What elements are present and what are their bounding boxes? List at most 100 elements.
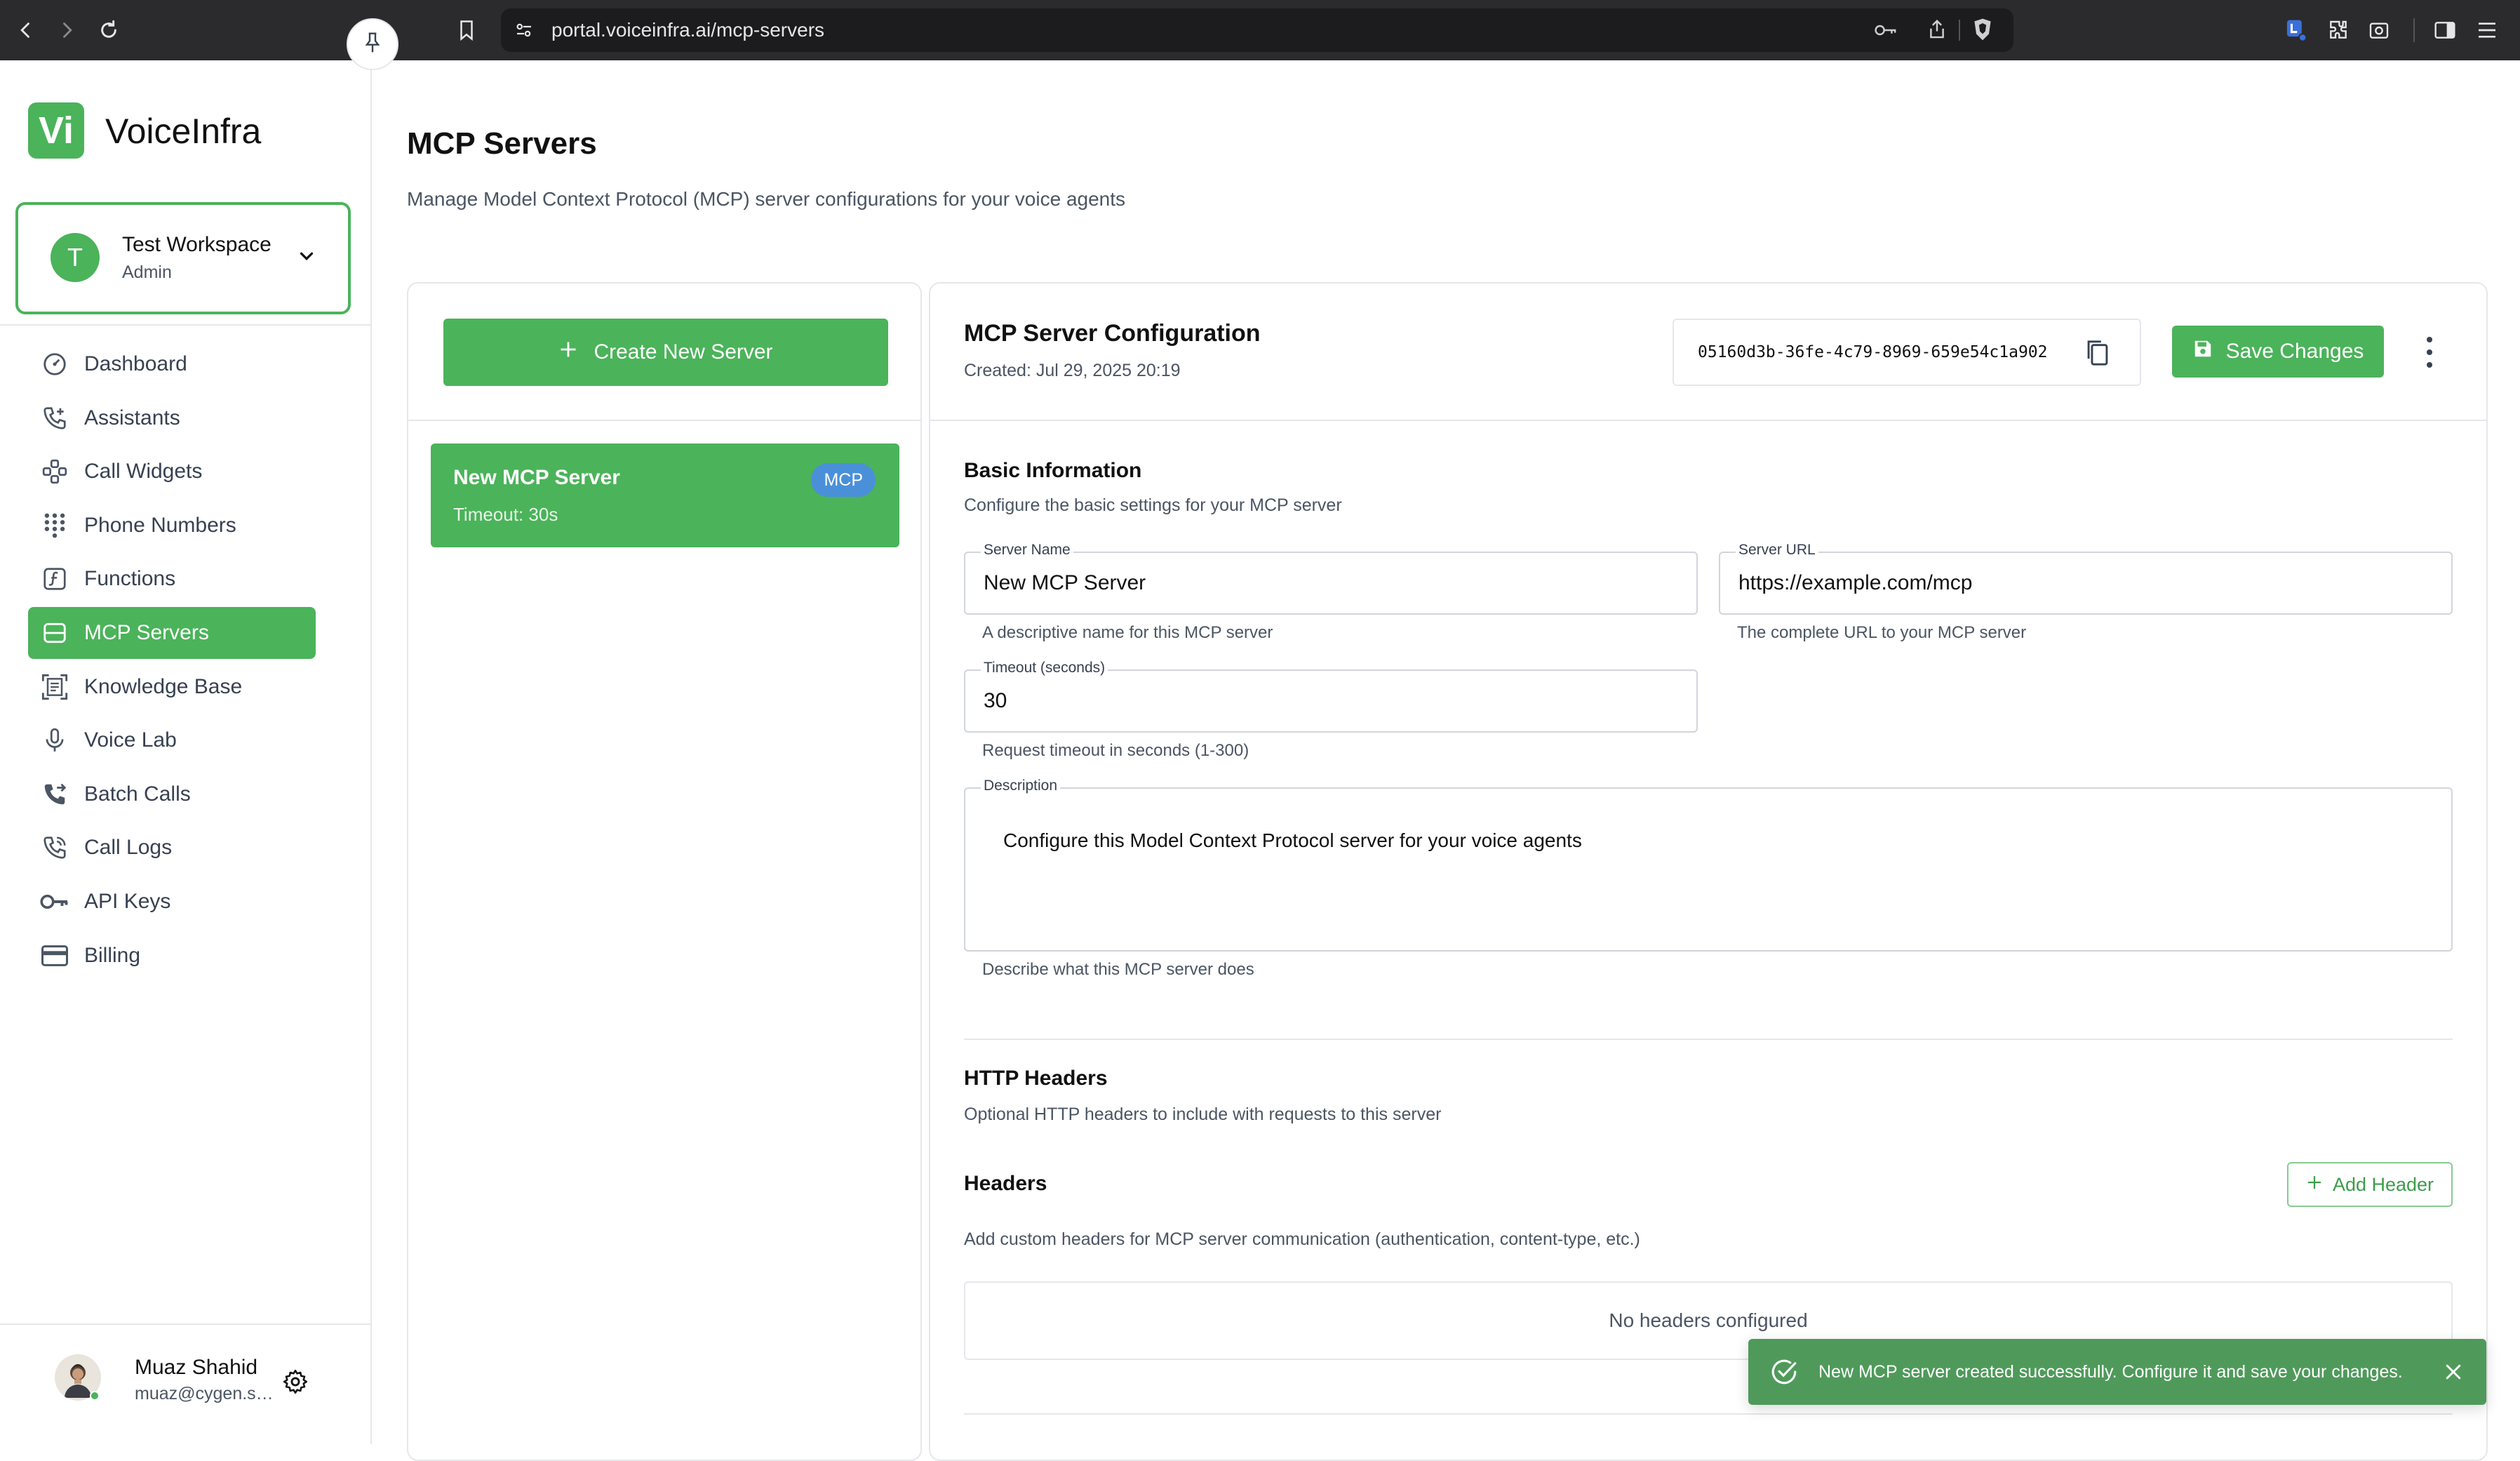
sidebar-item-label: Dashboard [84, 352, 187, 375]
sidebar-item-label: Batch Calls [84, 782, 191, 806]
config-created-date: Created: Jul 29, 2025 20:19 [964, 361, 1181, 380]
urlbar-separator [1959, 20, 1960, 41]
save-changes-button[interactable]: Save Changes [2172, 326, 2384, 378]
save-changes-label: Save Changes [2225, 340, 2364, 363]
back-icon[interactable] [7, 11, 45, 49]
basic-info-title: Basic Information [964, 459, 1142, 482]
sidebar: Vi VoiceInfra T Test Workspace Admin Das… [0, 60, 372, 1444]
phone-plus-icon [39, 403, 70, 434]
more-options-icon[interactable] [2419, 337, 2440, 368]
brand-logo: Vi [28, 102, 84, 159]
sidebar-item-call-logs[interactable]: Call Logs [28, 822, 316, 874]
phone-log-icon [39, 832, 70, 863]
sidebar-item-api-keys[interactable]: API Keys [28, 876, 316, 928]
server-url-value[interactable]: https://example.com/mcp [1738, 571, 1972, 595]
phone-forward-icon [39, 779, 70, 810]
pin-sidebar-button[interactable] [347, 18, 398, 70]
sidebar-divider [0, 324, 372, 326]
headers-title: Headers [964, 1172, 1047, 1195]
workspace-role: Admin [122, 262, 172, 282]
create-new-server-label: Create New Server [594, 340, 773, 363]
sidebar-item-call-widgets[interactable]: Call Widgets [28, 446, 316, 498]
sidebar-item-dashboard[interactable]: Dashboard [28, 338, 316, 390]
chevron-down-icon[interactable] [296, 246, 317, 270]
server-name-value[interactable]: New MCP Server [984, 571, 1146, 595]
reload-icon[interactable] [90, 11, 128, 49]
server-list-panel: Create New Server New MCP Server Timeout… [407, 282, 922, 1461]
add-header-label: Add Header [2332, 1173, 2434, 1195]
sidebar-item-label: Call Logs [84, 836, 173, 860]
close-icon[interactable] [2443, 1361, 2464, 1387]
sidebar-item-voice-lab[interactable]: Voice Lab [28, 714, 316, 766]
section-divider [964, 1039, 2453, 1040]
sidebar-item-assistants[interactable]: Assistants [28, 392, 316, 444]
server-item-name: New MCP Server [453, 466, 620, 489]
headers-subtitle: Add custom headers for MCP server commun… [964, 1229, 1640, 1249]
user-name: Muaz Shahid [135, 1356, 258, 1379]
toolbar-separator [2413, 18, 2415, 42]
extension-badge-icon[interactable] [2277, 11, 2315, 49]
toast-message: New MCP server created successfully. Con… [1818, 1361, 2403, 1382]
add-header-button[interactable]: Add Header [2287, 1162, 2453, 1207]
server-url-help: The complete URL to your MCP server [1737, 623, 2027, 642]
config-title: MCP Server Configuration [964, 320, 1261, 347]
description-help: Describe what this MCP server does [982, 960, 1254, 979]
site-settings-icon[interactable] [514, 20, 535, 44]
description-textarea[interactable]: Description Configure this Model Context… [964, 778, 2453, 952]
server-list-item[interactable]: New MCP Server Timeout: 30s MCP [431, 443, 899, 547]
sidebar-item-label: Billing [84, 943, 141, 967]
share-icon[interactable] [1926, 18, 1948, 44]
timeout-value[interactable]: 30 [984, 689, 1007, 713]
url-text[interactable]: portal.voiceinfra.ai/mcp-servers [551, 19, 824, 41]
workspace-name: Test Workspace [122, 233, 272, 256]
brave-shield-icon[interactable] [1971, 17, 1994, 46]
copy-icon[interactable] [2084, 338, 2112, 371]
dialpad-icon [39, 510, 70, 541]
workspace-avatar: T [51, 233, 100, 282]
description-label: Description [981, 778, 1061, 794]
server-url-label: Server URL [1736, 542, 1818, 559]
microphone-icon [39, 725, 70, 756]
timeout-help: Request timeout in seconds (1-300) [982, 741, 1249, 760]
description-value[interactable]: Configure this Model Context Protocol se… [1003, 829, 1582, 852]
gear-icon[interactable] [282, 1368, 309, 1399]
plus-icon [558, 340, 578, 365]
dashboard-icon [39, 349, 70, 380]
address-bar[interactable]: portal.voiceinfra.ai/mcp-servers [501, 8, 2013, 52]
sidebar-item-mcp-servers[interactable]: MCP Servers [28, 606, 316, 659]
widget-icon [39, 456, 70, 487]
server-id-text[interactable]: 05160d3b-36fe-4c79-8969-659e54c1a902 [1698, 343, 2048, 361]
brand-name: VoiceInfra [105, 112, 262, 151]
timeout-field[interactable]: Timeout (seconds) 30 [964, 660, 1698, 733]
workspace-switcher[interactable]: T Test Workspace Admin [15, 202, 351, 314]
config-header-divider [930, 420, 2486, 421]
server-name-field[interactable]: Server Name New MCP Server [964, 542, 1698, 615]
http-headers-subtitle: Optional HTTP headers to include with re… [964, 1105, 1442, 1124]
sidebar-item-knowledge-base[interactable]: Knowledge Base [28, 661, 316, 713]
sidebar-item-functions[interactable]: Functions [28, 553, 316, 605]
bookmark-icon[interactable] [448, 11, 485, 49]
page-subtitle: Manage Model Context Protocol (MCP) serv… [407, 188, 1126, 210]
create-new-server-button[interactable]: Create New Server [443, 319, 888, 386]
server-item-timeout: Timeout: 30s [453, 504, 558, 525]
server-icon [39, 618, 70, 648]
sidebar-item-batch-calls[interactable]: Batch Calls [28, 768, 316, 820]
password-key-icon[interactable] [1873, 20, 1898, 44]
sidebar-item-label: Knowledge Base [84, 674, 243, 698]
screenshot-icon[interactable] [2360, 11, 2398, 49]
sidebar-item-label: Assistants [84, 406, 180, 429]
check-circle-icon [1769, 1357, 1799, 1392]
user-email: muaz@cygen.sol... [135, 1384, 282, 1403]
server-id-field: 05160d3b-36fe-4c79-8969-659e54c1a902 [1673, 319, 2141, 386]
function-icon [39, 563, 70, 594]
headers-empty-text: No headers configured [1609, 1309, 1808, 1331]
sidebar-item-phone-numbers[interactable]: Phone Numbers [28, 500, 316, 552]
server-url-field[interactable]: Server URL https://example.com/mcp [1719, 542, 2453, 615]
sidebar-item-billing[interactable]: Billing [28, 930, 316, 982]
sidebar-toggle-icon[interactable] [2426, 11, 2464, 49]
forward-icon[interactable] [48, 11, 86, 49]
sidebar-item-label: Phone Numbers [84, 513, 236, 537]
extensions-puzzle-icon[interactable] [2319, 11, 2357, 49]
sidebar-item-label: MCP Servers [84, 620, 209, 644]
menu-icon[interactable] [2468, 11, 2506, 49]
